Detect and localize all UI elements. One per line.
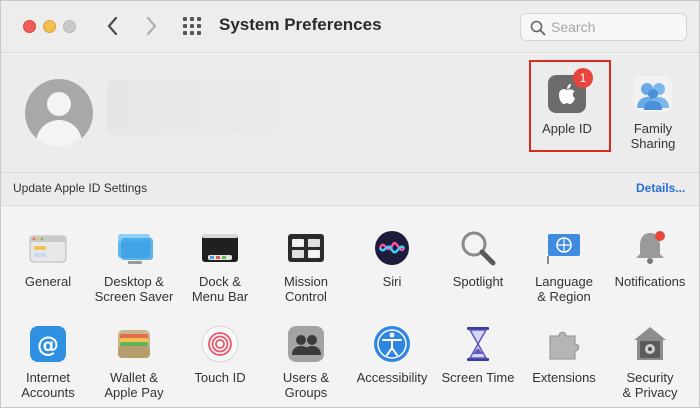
search-field[interactable] xyxy=(520,13,687,41)
pref-label: & Privacy xyxy=(622,385,678,400)
extensions-icon xyxy=(549,331,580,360)
pref-label: Users & xyxy=(282,370,330,385)
security-privacy-icon xyxy=(634,327,666,360)
screen-time-icon xyxy=(467,327,489,361)
siri-icon xyxy=(375,231,409,265)
close-window-button[interactable] xyxy=(23,20,36,33)
desktop-screen-saver-icon xyxy=(118,234,153,264)
pref-label: Notifications xyxy=(614,274,686,289)
pref-label: Desktop & xyxy=(104,274,164,289)
apple-id-notification-badge: 1 xyxy=(573,68,593,88)
preferences-grid: General Desktop & Screen Saver Dock & Me… xyxy=(1,205,699,407)
notifications-icon xyxy=(636,231,665,264)
pref-label: Accounts xyxy=(21,385,75,400)
pref-label: Dock & xyxy=(199,274,241,289)
family-sharing-icon xyxy=(637,83,669,110)
users-groups-icon xyxy=(288,326,324,362)
search-icon xyxy=(530,20,546,36)
pref-label: Screen Time xyxy=(441,370,515,385)
update-apple-id-row: Update Apple ID Settings Details... xyxy=(1,172,699,202)
pref-label: Spotlight xyxy=(452,274,504,289)
pref-label: Touch ID xyxy=(194,370,246,385)
system-preferences-window: System Preferences 1 Apple ID xyxy=(0,0,700,408)
apple-logo-icon xyxy=(559,84,575,104)
chevron-right-icon xyxy=(146,16,157,36)
pref-label: Groups xyxy=(284,385,328,400)
family-sharing-label-1: Family xyxy=(633,121,673,136)
pref-label: Control xyxy=(285,289,327,304)
family-sharing-button[interactable] xyxy=(634,76,672,112)
title-bar: System Preferences xyxy=(1,1,699,53)
family-sharing-label-2: Sharing xyxy=(630,136,676,151)
apple-id-account-section: 1 Apple ID Family Sharing Update Apple I… xyxy=(1,54,699,204)
apple-id-label: Apple ID xyxy=(542,121,592,136)
user-avatar[interactable] xyxy=(25,79,93,147)
forward-button[interactable] xyxy=(140,13,162,39)
search-input[interactable] xyxy=(551,17,681,37)
pref-label: Screen Saver xyxy=(94,289,174,304)
pref-label: Language xyxy=(535,274,593,289)
touch-id-icon xyxy=(201,325,239,363)
pref-label: Apple Pay xyxy=(104,385,164,400)
pref-label: Accessibility xyxy=(356,370,428,385)
pref-label: Menu Bar xyxy=(191,289,249,304)
account-name-redacted xyxy=(107,79,327,135)
show-all-grid-icon[interactable] xyxy=(183,17,203,35)
internet-accounts-icon: @ xyxy=(30,326,66,362)
chevron-left-icon xyxy=(107,16,118,36)
pref-label: Siri xyxy=(382,274,402,289)
general-icon xyxy=(29,235,67,263)
mission-control-icon xyxy=(288,234,324,262)
minimize-window-button[interactable] xyxy=(43,20,56,33)
pref-label: Wallet & xyxy=(110,370,158,385)
pref-label: Security xyxy=(626,370,674,385)
dock-menu-bar-icon xyxy=(202,234,238,262)
wallet-apple-pay-icon xyxy=(118,330,150,358)
update-apple-id-text: Update Apple ID Settings xyxy=(13,181,148,195)
details-link[interactable]: Details... xyxy=(636,181,685,195)
zoom-window-button[interactable] xyxy=(63,20,76,33)
spotlight-icon xyxy=(461,231,496,266)
pref-label: General xyxy=(24,274,72,289)
back-button[interactable] xyxy=(102,13,124,39)
pref-label: Extensions xyxy=(532,370,596,385)
pref-label: Mission xyxy=(283,274,329,289)
pref-label: Internet xyxy=(25,370,71,385)
window-title: System Preferences xyxy=(219,15,382,34)
svg-text:@: @ xyxy=(37,333,59,358)
accessibility-icon xyxy=(374,326,410,362)
pref-label: & Region xyxy=(537,289,591,304)
language-region-icon xyxy=(547,234,580,264)
